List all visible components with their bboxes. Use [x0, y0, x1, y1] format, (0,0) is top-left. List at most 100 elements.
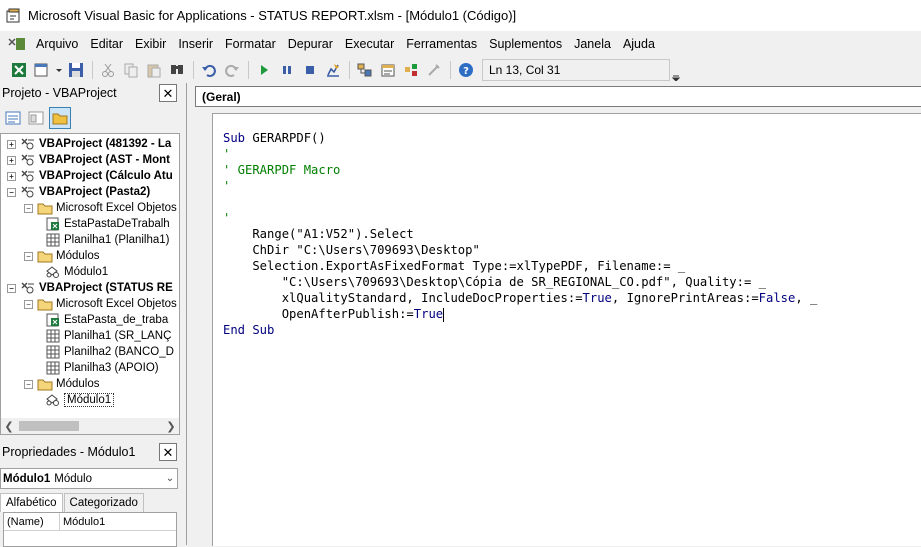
- project-tree-scrollbar[interactable]: ❮ ❯: [0, 418, 180, 435]
- view-object-icon[interactable]: [26, 108, 46, 128]
- code-token: xlQualityStandard, IncludeDocProperties:…: [223, 291, 583, 305]
- code-line: "C:\Users\709693\Desktop\Cópia de SR_REG…: [223, 274, 766, 290]
- tree-item[interactable]: − Microsoft Excel Objetos: [24, 200, 177, 216]
- menu-suplementos[interactable]: Suplementos: [489, 37, 570, 51]
- code-line: Range("A1:V52").Select: [223, 226, 413, 242]
- insert-userform-icon[interactable]: [31, 59, 53, 81]
- collapse-icon[interactable]: −: [24, 251, 33, 261]
- tree-item[interactable]: Planilha1 (Planilha1): [41, 232, 169, 248]
- menu-exibir[interactable]: Exibir: [135, 37, 174, 51]
- collapse-icon[interactable]: −: [24, 203, 33, 213]
- code-line: Sub GERARPDF(): [223, 130, 326, 146]
- close-properties-panel-button[interactable]: ✕: [159, 443, 177, 461]
- undo-icon[interactable]: [198, 59, 220, 81]
- stop-icon[interactable]: [299, 59, 321, 81]
- toolbar-separator: [193, 60, 194, 79]
- menu-ajuda[interactable]: Ajuda: [623, 37, 663, 51]
- object-browser-icon[interactable]: [400, 59, 422, 81]
- find-icon[interactable]: [166, 59, 188, 81]
- window-title: Microsoft Visual Basic for Applications …: [28, 8, 517, 23]
- object-select[interactable]: (Geral): [195, 86, 921, 107]
- tree-item[interactable]: Planilha2 (BANCO_D: [41, 344, 174, 360]
- scroll-right-icon[interactable]: ❯: [163, 420, 179, 433]
- menu-formatar[interactable]: Formatar: [225, 37, 284, 51]
- text-caret: [443, 307, 445, 322]
- collapse-icon[interactable]: −: [24, 299, 33, 309]
- tree-item[interactable]: Módulo1: [41, 264, 108, 280]
- expand-icon[interactable]: +: [7, 139, 16, 149]
- save-icon[interactable]: [65, 59, 87, 81]
- toolbar-separator: [92, 60, 93, 79]
- help-icon[interactable]: ?: [455, 59, 477, 81]
- properties-window-icon[interactable]: [377, 59, 399, 81]
- tree-item[interactable]: − VBAProject (Pasta2): [7, 184, 150, 200]
- project-panel-header: Projeto - VBAProject ✕: [0, 83, 180, 103]
- code-token: ': [223, 179, 231, 193]
- cut-icon[interactable]: [97, 59, 119, 81]
- code-token: True: [582, 291, 612, 305]
- tree-item-label: EstaPastaDeTrabalh: [64, 218, 170, 230]
- menu-ferramentas[interactable]: Ferramentas: [406, 37, 485, 51]
- tree-item[interactable]: Módulo1: [41, 392, 115, 408]
- excel-view-icon[interactable]: [8, 59, 30, 81]
- scroll-left-icon[interactable]: ❮: [1, 420, 17, 433]
- expand-icon[interactable]: +: [7, 155, 16, 165]
- scroll-thumb[interactable]: [19, 421, 79, 431]
- tree-item[interactable]: + VBAProject (Cálculo Atu: [7, 168, 173, 184]
- toolbar-separator: [450, 60, 451, 79]
- view-code-icon[interactable]: [3, 108, 23, 128]
- copy-icon[interactable]: [120, 59, 142, 81]
- toolbar-options-icon[interactable]: [672, 59, 680, 81]
- redo-icon[interactable]: [221, 59, 243, 81]
- collapse-icon[interactable]: −: [7, 187, 16, 197]
- tree-item-label: VBAProject (AST - Mont: [39, 154, 170, 166]
- menu-janela[interactable]: Janela: [574, 37, 619, 51]
- pause-icon[interactable]: [276, 59, 298, 81]
- code-token: Selection.ExportAsFixedFormat Type:=xlTy…: [223, 259, 686, 273]
- toggle-folders-icon[interactable]: [49, 107, 71, 129]
- dropdown-arrow-icon[interactable]: [54, 59, 64, 81]
- tree-item[interactable]: + VBAProject (AST - Mont: [7, 152, 170, 168]
- menu-inserir[interactable]: Inserir: [178, 37, 221, 51]
- project-tree[interactable]: + VBAProject (481392 - La + VBAProject (AST…: [0, 133, 180, 420]
- design-mode-icon[interactable]: [322, 59, 344, 81]
- tree-item[interactable]: Planilha3 (APOIO): [41, 360, 159, 376]
- tab-categorizado[interactable]: Categorizado: [63, 493, 144, 512]
- vbaproject-icon: [20, 137, 36, 151]
- code-editor[interactable]: Sub GERARPDF() ' ' GERARPDF Macro ' ' Range(…: [212, 113, 921, 546]
- project-explorer-icon[interactable]: [354, 59, 376, 81]
- chevron-down-icon[interactable]: ⌄: [163, 473, 177, 484]
- tree-item[interactable]: − Microsoft Excel Objetos: [24, 296, 177, 312]
- menu-executar[interactable]: Executar: [345, 37, 402, 51]
- properties-object-type: Módulo: [54, 472, 92, 485]
- paste-icon[interactable]: [143, 59, 165, 81]
- property-row[interactable]: (Name) Módulo1: [4, 513, 176, 531]
- collapse-icon[interactable]: −: [7, 283, 16, 293]
- run-icon[interactable]: [253, 59, 275, 81]
- tree-item-label: Planilha3 (APOIO): [64, 362, 159, 374]
- menu-editar[interactable]: Editar: [90, 37, 131, 51]
- expand-icon[interactable]: +: [7, 171, 16, 181]
- property-value[interactable]: Módulo1: [60, 516, 105, 528]
- tree-item[interactable]: − Módulos: [24, 376, 99, 392]
- collapse-icon[interactable]: −: [24, 379, 33, 389]
- properties-object-select[interactable]: Módulo1 Módulo ⌄: [0, 468, 178, 489]
- worksheet-icon: [45, 233, 61, 247]
- tree-item[interactable]: Planilha1 (SR_LANÇ: [41, 328, 171, 344]
- tree-item[interactable]: EstaPastaDeTrabalh: [41, 216, 170, 232]
- menu-depurar[interactable]: Depurar: [288, 37, 341, 51]
- code-token: OpenAfterPublish:=: [223, 307, 414, 321]
- menu-arquivo[interactable]: Arquivo: [36, 37, 86, 51]
- tree-item[interactable]: − Módulos: [24, 248, 99, 264]
- tree-item[interactable]: + VBAProject (481392 - La: [7, 136, 171, 152]
- toolbox-icon[interactable]: [423, 59, 445, 81]
- tree-item[interactable]: EstaPasta_de_traba: [41, 312, 168, 328]
- cursor-position: Ln 13, Col 31: [482, 58, 670, 81]
- properties-grid: (Name) Módulo1: [3, 512, 177, 547]
- tab-alfabetico[interactable]: Alfabético: [0, 493, 63, 512]
- vbaproject-icon: [20, 169, 36, 183]
- tree-item[interactable]: − VBAProject (STATUS RE: [7, 280, 173, 296]
- standard-toolbar: ? Ln 13, Col 31: [0, 56, 921, 83]
- close-project-panel-button[interactable]: ✕: [159, 84, 177, 102]
- menu-grip-icon[interactable]: [6, 35, 28, 53]
